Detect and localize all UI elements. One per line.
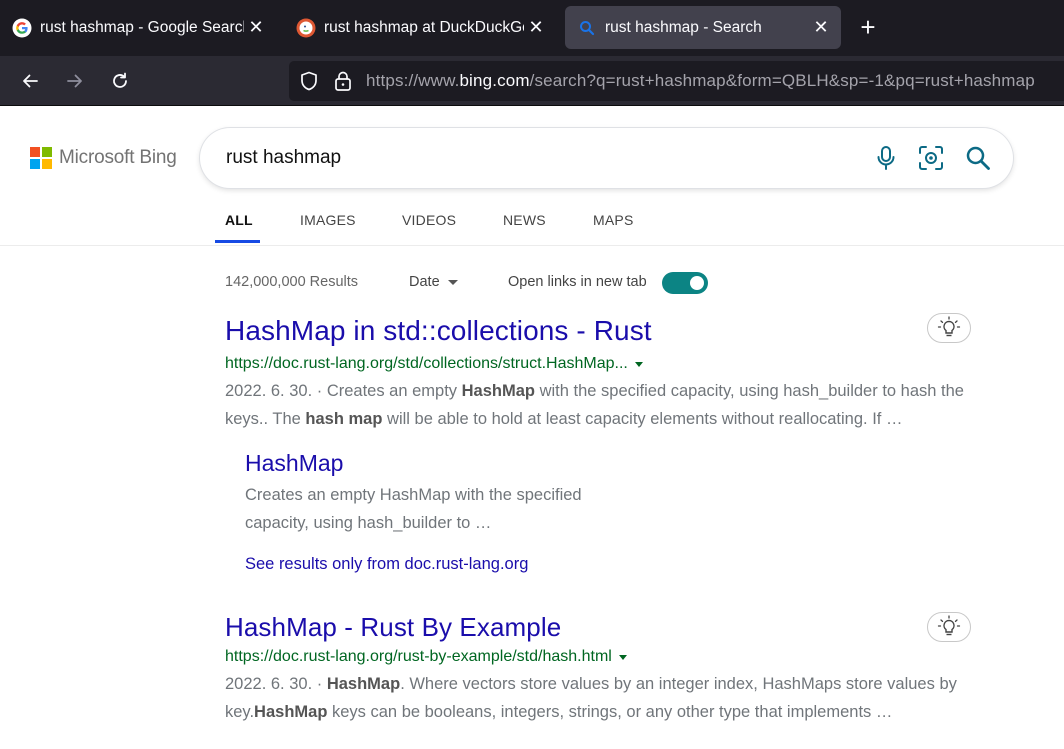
tab-google-search[interactable]: rust hashmap - Google Search ✕ bbox=[0, 6, 276, 49]
search-box bbox=[200, 128, 1013, 188]
tab-images[interactable]: IMAGES bbox=[300, 212, 356, 228]
result-snippet: 2022. 6. 30. · HashMap. Where vectors st… bbox=[225, 675, 957, 721]
date-filter-label: Date bbox=[409, 274, 440, 290]
microphone-icon[interactable] bbox=[872, 144, 900, 172]
tab-maps[interactable]: MAPS bbox=[593, 212, 633, 228]
active-tab-indicator bbox=[215, 240, 260, 243]
tab-duckduckgo[interactable]: rust hashmap at DuckDuckGo ✕ bbox=[284, 6, 556, 49]
lock-icon[interactable] bbox=[333, 70, 353, 97]
google-icon bbox=[12, 18, 32, 38]
tab-news[interactable]: NEWS bbox=[503, 212, 546, 228]
result-title-link[interactable]: HashMap in std::collections - Rust bbox=[225, 315, 652, 347]
tab-videos[interactable]: VIDEOS bbox=[402, 212, 456, 228]
microsoft-logo-icon bbox=[30, 147, 52, 169]
close-tab-icon[interactable]: ✕ bbox=[244, 16, 268, 40]
visual-search-icon[interactable] bbox=[917, 144, 945, 172]
results-count: 142,000,000 Results bbox=[225, 274, 359, 290]
reload-icon[interactable] bbox=[105, 66, 135, 96]
bing-logo[interactable]: Microsoft Bing bbox=[30, 147, 177, 169]
brand-name: Microsoft Bing bbox=[59, 147, 177, 168]
tab-all[interactable]: ALL bbox=[225, 212, 253, 228]
close-tab-icon[interactable]: ✕ bbox=[809, 16, 833, 40]
tab-title: rust hashmap - Search bbox=[605, 18, 762, 36]
result-date: 2022. 6. 30. · bbox=[225, 675, 327, 693]
result-title-link[interactable]: HashMap - Rust By Example bbox=[225, 612, 561, 643]
result-snippet: 2022. 6. 30. · Creates an empty HashMap … bbox=[225, 382, 964, 428]
toggle-knob bbox=[690, 276, 704, 290]
chevron-down-icon bbox=[447, 279, 458, 285]
browser-nav-bar: https://www.bing.com/search?q=rust+hashm… bbox=[0, 56, 1064, 106]
tab-title: rust hashmap at DuckDuckGo bbox=[324, 18, 524, 36]
close-tab-icon[interactable]: ✕ bbox=[524, 16, 548, 40]
result-url-text[interactable]: https://doc.rust-lang.org/std/collection… bbox=[225, 355, 628, 373]
open-links-new-tab-label: Open links in new tab bbox=[508, 274, 647, 290]
search-icon[interactable] bbox=[964, 144, 992, 172]
back-icon[interactable] bbox=[15, 66, 45, 96]
url-bar[interactable]: https://www.bing.com/search?q=rust+hashm… bbox=[289, 61, 1064, 101]
duckduckgo-icon bbox=[296, 18, 316, 38]
see-more-from-site-link[interactable]: See results only from doc.rust-lang.org bbox=[245, 555, 528, 574]
search-scope-tabs: ALL IMAGES VIDEOS NEWS MAPS bbox=[0, 200, 1064, 246]
result-url[interactable]: https://doc.rust-lang.org/std/collection… bbox=[225, 355, 643, 373]
url-text[interactable]: https://www.bing.com/search?q=rust+hashm… bbox=[366, 71, 1035, 91]
bing-search-icon bbox=[577, 18, 597, 38]
deep-link-snippet: Creates an empty HashMap with the specif… bbox=[245, 486, 582, 532]
forward-icon[interactable] bbox=[60, 66, 90, 96]
lightbulb-icon[interactable] bbox=[927, 313, 971, 343]
result-url-text[interactable]: https://doc.rust-lang.org/rust-by-exampl… bbox=[225, 648, 612, 666]
chevron-down-icon[interactable] bbox=[618, 654, 627, 660]
result-date: 2022. 6. 30. · bbox=[225, 382, 327, 400]
chevron-down-icon[interactable] bbox=[634, 361, 643, 367]
result-url[interactable]: https://doc.rust-lang.org/rust-by-exampl… bbox=[225, 648, 627, 666]
new-tab-button[interactable]: + bbox=[853, 13, 883, 43]
lightbulb-icon[interactable] bbox=[927, 612, 971, 642]
tab-bing-search[interactable]: rust hashmap - Search ✕ bbox=[565, 6, 841, 49]
deep-link-title[interactable]: HashMap bbox=[245, 450, 343, 477]
open-links-new-tab-toggle[interactable] bbox=[662, 272, 708, 294]
date-filter-dropdown[interactable]: Date bbox=[409, 274, 458, 290]
search-input[interactable] bbox=[226, 143, 846, 173]
tracking-protection-shield-icon[interactable] bbox=[298, 70, 320, 97]
browser-tab-bar: rust hashmap - Google Search ✕ rust hash… bbox=[0, 0, 1064, 56]
tab-title: rust hashmap - Google Search bbox=[40, 18, 244, 36]
